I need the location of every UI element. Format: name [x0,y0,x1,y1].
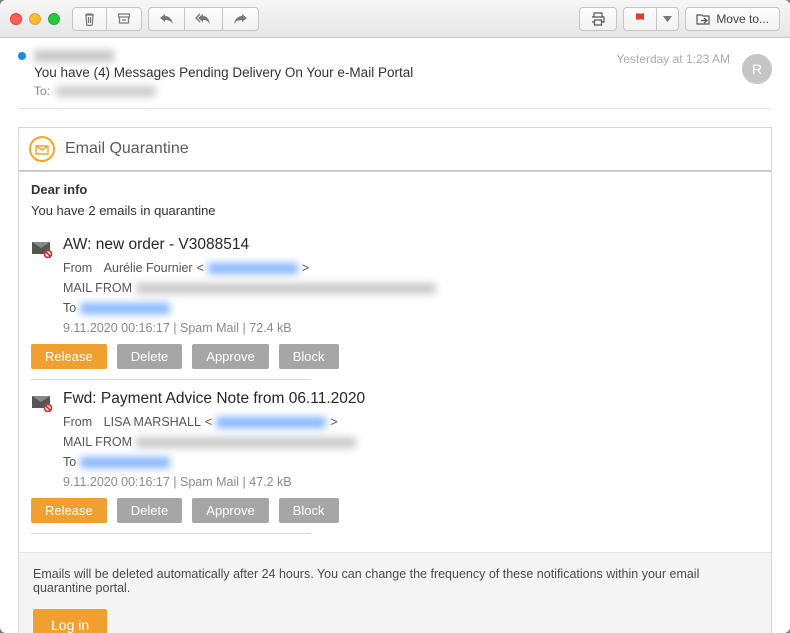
release-button[interactable]: Release [31,498,107,523]
forward-icon [233,13,248,25]
to-label: To [63,452,76,472]
print-button[interactable] [579,7,617,31]
mailfrom-redacted [136,437,356,448]
mail-message-window: Move to... You have (4) Messages Pending… [0,0,790,633]
quarantine-item-actions: Release Delete Approve Block [31,344,759,369]
reply-all-icon [195,13,212,25]
message-body: Email Quarantine Dear info You have 2 em… [0,113,790,633]
delete-quarantine-button[interactable]: Delete [117,498,183,523]
message-subject: You have (4) Messages Pending Delivery O… [34,65,616,80]
move-to-label: Move to... [716,12,769,26]
quarantine-summary: You have 2 emails in quarantine [31,203,759,218]
archive-icon [117,12,131,25]
quarantine-item: Fwd: Payment Advice Note from 06.11.2020… [31,380,759,534]
greeting: Dear info [31,182,759,197]
print-icon [590,12,606,26]
zoom-window-button[interactable] [48,13,60,25]
quarantine-footer: Emails will be deleted automatically aft… [19,552,771,633]
header-divider [18,108,772,109]
quarantine-item-subject: AW: new order - V3088514 [63,236,249,254]
move-to-button[interactable]: Move to... [685,7,780,31]
release-button[interactable]: Release [31,344,107,369]
to-address-redacted [56,86,156,97]
mailfrom-redacted [136,283,436,294]
item-divider [31,533,311,534]
delete-quarantine-button[interactable]: Delete [117,344,183,369]
block-button[interactable]: Block [279,344,339,369]
window-titlebar: Move to... [0,0,790,38]
trash-icon [83,12,96,26]
avatar: R [742,54,772,84]
flag-button[interactable] [623,7,656,31]
unread-indicator-icon [18,52,26,60]
move-icon [696,13,710,25]
reply-button[interactable] [148,7,184,31]
to-email-redacted [80,303,170,314]
quarantine-item-actions: Release Delete Approve Block [31,498,759,523]
delete-button[interactable] [72,7,106,31]
message-date: Yesterday at 1:23 AM [616,50,738,66]
quarantine-item-stats: 9.11.2020 00:16:17 | Spam Mail | 47.2 kB [63,472,759,492]
forward-button[interactable] [222,7,259,31]
reply-all-button[interactable] [184,7,222,31]
login-button[interactable]: Log in [33,609,107,633]
from-label: From [63,412,92,432]
to-label: To [63,298,76,318]
quarantine-footer-text: Emails will be deleted automatically aft… [33,567,757,595]
blocked-mail-icon [31,240,53,258]
flag-menu-button[interactable] [656,7,679,31]
message-header: You have (4) Messages Pending Delivery O… [0,38,790,113]
mailfrom-label: MAIL FROM [63,432,132,452]
archive-button[interactable] [106,7,142,31]
from-email-redacted [208,263,298,274]
flag-group [623,7,679,31]
minimize-window-button[interactable] [29,13,41,25]
from-name: Aurélie Fournier [104,258,193,278]
chevron-down-icon [663,16,672,22]
flag-icon [634,12,646,25]
approve-button[interactable]: Approve [192,344,268,369]
reply-icon [159,13,174,25]
from-email-redacted [216,417,326,428]
mailfrom-label: MAIL FROM [63,278,132,298]
sender-name-redacted [34,50,114,62]
from-name: LISA MARSHALL [104,412,201,432]
approve-button[interactable]: Approve [192,498,268,523]
quarantine-panel-header: Email Quarantine [19,128,771,172]
close-window-button[interactable] [10,13,22,25]
quarantine-item: AW: new order - V3088514 From Aurélie Fo… [31,226,759,380]
quarantine-panel: Email Quarantine Dear info You have 2 em… [18,127,772,633]
quarantine-icon [29,136,55,162]
reply-group [148,7,259,31]
to-label: To: [34,84,50,98]
quarantine-item-stats: 9.11.2020 00:16:17 | Spam Mail | 72.4 kB [63,318,759,338]
traffic-lights [10,13,60,25]
from-label: From [63,258,92,278]
quarantine-item-subject: Fwd: Payment Advice Note from 06.11.2020 [63,390,365,408]
quarantine-panel-title: Email Quarantine [65,140,189,158]
block-button[interactable]: Block [279,498,339,523]
blocked-mail-icon [31,394,53,412]
to-email-redacted [80,457,170,468]
delete-archive-group [72,7,142,31]
